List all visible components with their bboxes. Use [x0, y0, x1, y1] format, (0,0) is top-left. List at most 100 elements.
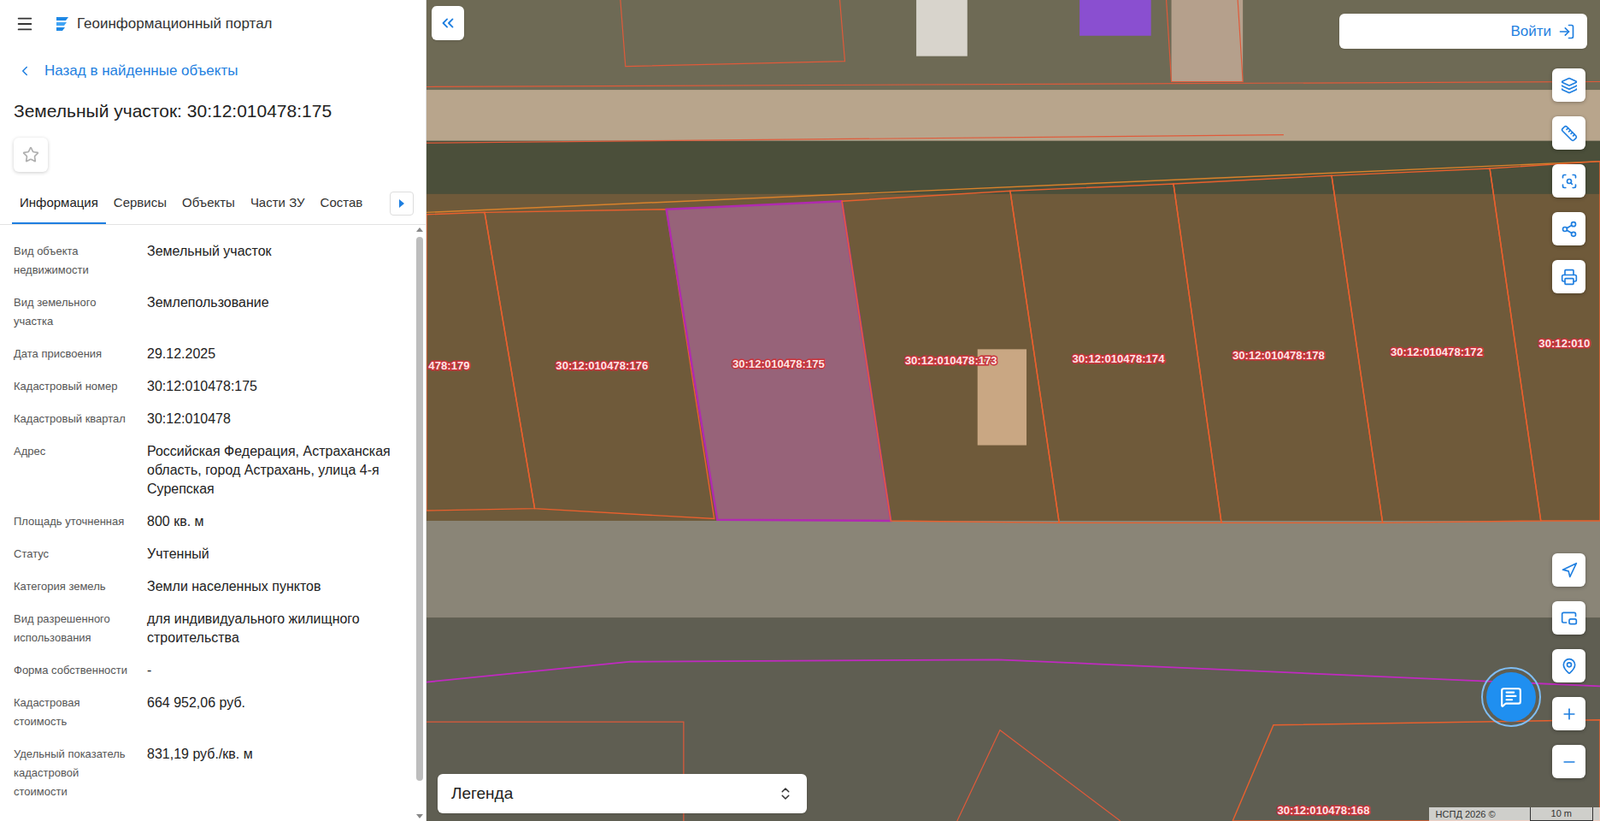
legend-dropdown[interactable]: Легенда: [437, 773, 807, 813]
parcel[interactable]: [1010, 183, 1222, 523]
parcel-label[interactable]: 30:12:010478:168: [1276, 803, 1370, 817]
zoom-in-button[interactable]: [1552, 696, 1586, 730]
info-row: Вид объекта недвижимостиЗемельный участо…: [0, 235, 416, 287]
scroll-up-icon[interactable]: [416, 226, 424, 234]
app: Геоинформационный портал Назад в найденны…: [0, 0, 1600, 821]
object-title: Земельный участок: 30:12:010478:175: [0, 82, 426, 125]
info-label: Кадастровый квартал: [13, 409, 148, 429]
layers-button[interactable]: [1552, 68, 1586, 102]
back-icon: [17, 63, 33, 79]
select-button[interactable]: [1552, 164, 1586, 198]
info-label: Дата присвоения: [13, 344, 148, 364]
info-value: 800 кв. м: [147, 511, 407, 531]
side-panel: Геоинформационный портал Назад в найденны…: [0, 0, 427, 821]
chevrons-left-icon: [438, 13, 458, 33]
minimap-button[interactable]: [1552, 600, 1586, 635]
tabs-scroll-button[interactable]: [389, 191, 414, 216]
parcel[interactable]: [426, 211, 536, 511]
login-button[interactable]: Войти: [1339, 13, 1588, 49]
parcel[interactable]: [1331, 168, 1542, 523]
parcel-label[interactable]: 30:12:010478:173: [905, 353, 998, 367]
parcel[interactable]: [841, 190, 1059, 523]
login-icon: [1558, 23, 1576, 41]
parcel[interactable]: [1489, 161, 1600, 521]
parcel-label[interactable]: 30:12:010478:178: [1232, 348, 1325, 362]
parcel-label[interactable]: 478:179: [428, 358, 470, 372]
back-link[interactable]: Назад в найденные объекты: [0, 47, 426, 83]
scrollbar[interactable]: [415, 224, 424, 821]
info-row: АдресРоссийская Федерация, Астраханская …: [0, 435, 416, 506]
favorite-button[interactable]: [13, 137, 48, 172]
parcel-label[interactable]: 30:12:010478:175: [732, 357, 825, 371]
share-button[interactable]: [1552, 211, 1586, 246]
info-row: Кадастровый квартал30:12:010478: [0, 402, 416, 436]
zoom-out-button[interactable]: [1552, 744, 1586, 778]
info-label: Адрес: [13, 441, 148, 499]
info-row: Удельный показатель кадастровой стоимост…: [0, 737, 416, 808]
parcel-label[interactable]: 30:12:010478:176: [555, 358, 648, 372]
info-label: Категория земель: [13, 576, 148, 596]
navigation-icon: [1560, 561, 1578, 579]
info-row: Кадастровый номер30:12:010478:175: [0, 370, 416, 403]
info-row: СтатусУчтенный: [0, 537, 416, 571]
map-canvas[interactable]: 478:179 30:12:010478:176 30:12:010478:175 3…: [426, 0, 1600, 821]
info-row: Категория земельЗемли населенных пунктов: [0, 570, 416, 603]
info-row: Форма собственности-: [0, 653, 416, 687]
arrow-right-icon: [398, 199, 406, 208]
info-label: Удельный показатель кадастровой стоимост…: [13, 744, 148, 801]
scale-bar: НСПД 2026 © 10 m: [1429, 806, 1600, 821]
plus-icon: [1560, 705, 1578, 723]
map-nav-tools: [1552, 552, 1586, 778]
info-list: Вид объекта недвижимостиЗемельный участо…: [0, 224, 416, 821]
info-label: Площадь уточненная: [13, 511, 148, 531]
scrollbar-thumb[interactable]: [416, 236, 424, 781]
info-value: 29.12.2025: [147, 344, 407, 364]
info-value: 831,19 руб./кв. м: [147, 744, 407, 801]
layers-icon: [1560, 76, 1578, 95]
tab[interactable]: Информация: [11, 183, 106, 224]
tab[interactable]: Сервисы: [105, 183, 175, 224]
collapse-panel-button[interactable]: [431, 5, 465, 41]
parcel-label[interactable]: 30:12:010478:174: [1071, 352, 1165, 365]
tab[interactable]: Части ЗУ: [242, 183, 313, 224]
map[interactable]: 478:179 30:12:010478:176 30:12:010478:175 3…: [426, 0, 1600, 821]
info-value: Земли населенных пунктов: [147, 576, 407, 596]
share-icon: [1560, 220, 1578, 238]
portal-logo-icon: [52, 14, 72, 34]
info-label: Кадастровый номер: [13, 376, 148, 396]
info-row: Вид земельного участкаЗемлепользование: [0, 286, 416, 338]
chat-button[interactable]: [1481, 666, 1542, 727]
parcel-label[interactable]: 30:12:010: [1538, 336, 1590, 350]
navigate-button[interactable]: [1552, 552, 1586, 587]
parcel[interactable]: [1173, 175, 1383, 523]
parcel-label[interactable]: 30:12:010478:172: [1390, 345, 1483, 359]
info-value: 664 952,06 руб.: [147, 693, 407, 731]
menu-icon[interactable]: [15, 14, 35, 34]
tab[interactable]: Объекты: [174, 183, 243, 224]
scale-label: 10 m: [1529, 806, 1594, 821]
info-label: Кадастровая стоимость: [13, 693, 148, 731]
info-label: Вид земельного участка: [13, 293, 148, 331]
ruler-button[interactable]: [1552, 116, 1586, 150]
info-label: Форма собственности: [13, 660, 148, 680]
minus-icon: [1560, 752, 1578, 771]
info-row: Вид разрешенного использованиядля индиви…: [0, 602, 416, 654]
attribution: НСПД 2026 ©: [1435, 807, 1496, 821]
portal-title[interactable]: Геоинформационный портал: [76, 12, 273, 36]
locate-button[interactable]: [1552, 648, 1586, 683]
parcel[interactable]: [666, 200, 892, 521]
chat-icon: [1500, 685, 1523, 708]
tab[interactable]: Состав: [312, 183, 371, 224]
chevrons-updown-icon: [777, 785, 794, 801]
print-button[interactable]: [1552, 259, 1586, 294]
scroll-down-icon[interactable]: [416, 811, 424, 819]
info-value: 30:12:010478: [147, 409, 407, 429]
header: Геоинформационный портал: [0, 0, 426, 48]
ruler-icon: [1560, 124, 1578, 142]
info-value: Учтенный: [147, 544, 407, 564]
tab-bar: ИнформацияСервисыОбъектыЧасти ЗУСостав: [0, 183, 426, 225]
select-area-icon: [1560, 172, 1578, 190]
minimap-icon: [1560, 609, 1578, 627]
info-value: Землепользование: [147, 293, 407, 331]
parcel[interactable]: [1232, 719, 1600, 821]
